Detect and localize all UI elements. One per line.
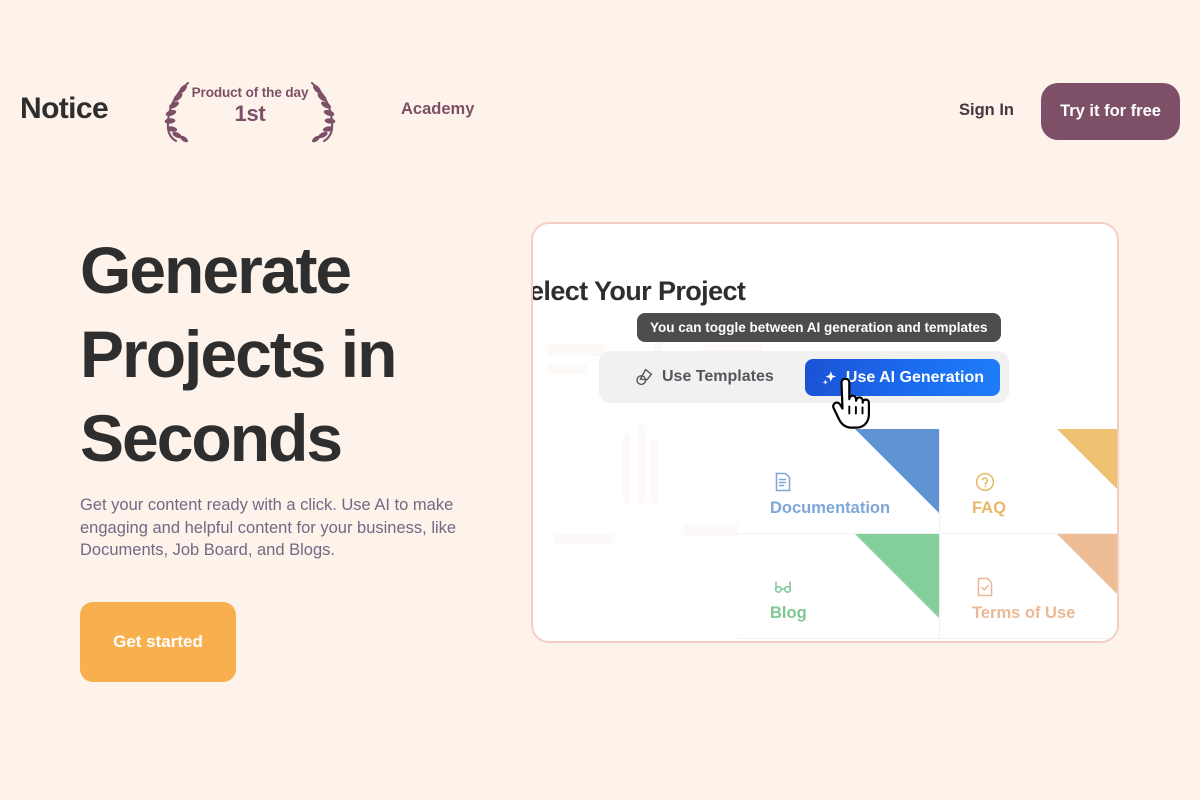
generation-mode-toggle: Use Templates Use AI Generation	[599, 351, 1009, 403]
project-card-documentation[interactable]: Documentation	[738, 429, 940, 534]
card-corner-ribbon	[855, 534, 939, 618]
card-corner-ribbon	[1057, 429, 1117, 513]
ghost-placeholder	[547, 344, 607, 356]
project-card-label: FAQ	[972, 499, 1006, 517]
card-row: Documentation FAQ	[738, 429, 1117, 534]
project-card-faq[interactable]: FAQ	[940, 429, 1117, 534]
ghost-placeholder	[623, 434, 631, 504]
nav-link-sign-in[interactable]: Sign In	[959, 101, 1014, 120]
project-card-blog[interactable]: Blog	[738, 534, 940, 639]
project-type-card-grid: Documentation FAQ Blog Terms of Use	[738, 429, 1117, 639]
hero-title: Generate Projects in Seconds	[80, 233, 397, 475]
toggle-tooltip: You can toggle between AI generation and…	[637, 313, 1001, 342]
panel-heading: elect Your Project	[531, 276, 746, 306]
product-of-the-day-badge: Product of the day 1st	[155, 78, 345, 146]
try-it-for-free-button[interactable]: Try it for free	[1041, 83, 1180, 140]
document-check-icon	[977, 577, 993, 597]
document-icon	[775, 472, 791, 492]
ghost-placeholder	[637, 424, 645, 504]
use-ai-generation-label: Use AI Generation	[845, 368, 984, 386]
sparkle-icon	[822, 371, 836, 385]
product-preview-panel: elect Your Project You can toggle betwee…	[531, 222, 1119, 643]
question-circle-icon	[975, 472, 995, 492]
use-ai-generation-button[interactable]: Use AI Generation	[804, 359, 1000, 396]
brand-logo[interactable]: Notice	[20, 92, 109, 126]
badge-title: Product of the day	[191, 85, 309, 100]
use-templates-option[interactable]: Use Templates	[635, 368, 774, 387]
badge-rank: 1st	[234, 101, 266, 126]
project-card-label: Documentation	[770, 499, 891, 517]
glasses-icon	[774, 581, 792, 593]
ghost-placeholder	[553, 534, 613, 544]
badge-text-group: Product of the day 1st	[155, 78, 345, 127]
ghost-placeholder	[651, 439, 659, 504]
ghost-placeholder	[547, 364, 587, 374]
get-started-button[interactable]: Get started	[80, 602, 236, 682]
shapes-icon	[636, 368, 653, 385]
project-card-label: Blog	[770, 604, 807, 622]
card-row: Blog Terms of Use	[738, 534, 1117, 639]
nav-link-academy[interactable]: Academy	[401, 100, 474, 119]
site-header: Notice Product of the day 1st Academy Si…	[0, 0, 1200, 180]
landing-page: Notice Product of the day 1st Academy Si…	[0, 0, 1200, 800]
hero-subtitle: Get your content ready with a click. Use…	[80, 496, 457, 559]
use-templates-label: Use Templates	[662, 368, 774, 385]
project-card-label: Terms of Use	[972, 604, 1076, 622]
project-card-terms-of-use[interactable]: Terms of Use	[940, 534, 1117, 639]
